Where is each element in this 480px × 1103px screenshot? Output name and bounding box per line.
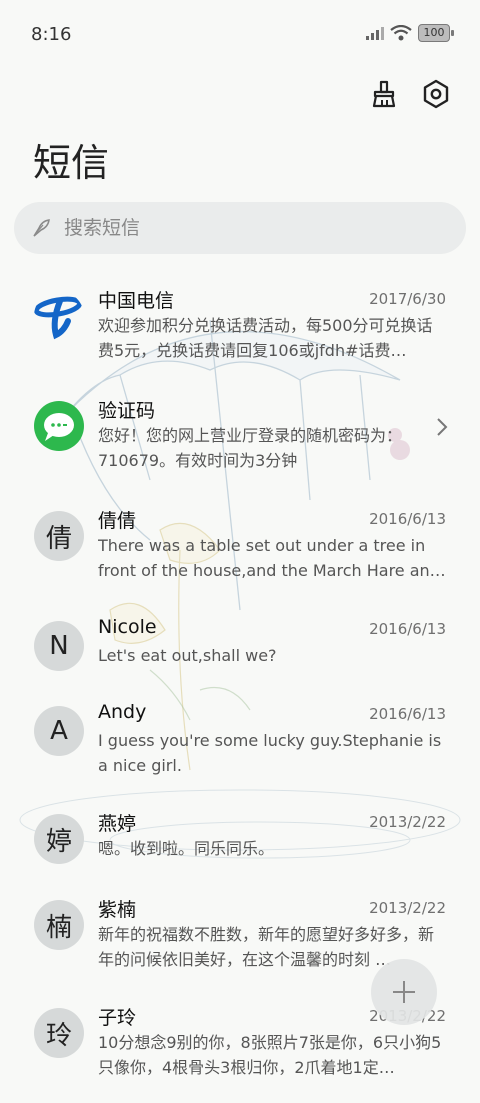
signal-icon [366, 27, 384, 40]
status-time: 8:16 [31, 24, 72, 45]
message-date: 2013/2/22 [369, 813, 446, 831]
contact-name: 中国电信 [98, 290, 175, 312]
battery-indicator: 100 [418, 24, 454, 42]
wifi-icon [390, 25, 412, 41]
conversation-item[interactable]: 婷 燕婷 2013/2/22 嗯。收到啦。同乐同乐。 [0, 809, 480, 909]
avatar: A [34, 706, 84, 756]
new-message-button[interactable] [371, 959, 437, 1025]
message-date: 2016/6/13 [369, 620, 446, 638]
contact-name: 子玲 [98, 1007, 137, 1029]
conversation-item[interactable]: 中国电信 2017/6/30 欢迎参加积分兑换话费活动，每500分可兑换话费5元… [0, 286, 480, 386]
page-title: 短信 [33, 141, 110, 185]
conversation-item[interactable]: 验证码 您好！您的网上营业厅登录的随机密码为：710679。有效时间为3分钟 [0, 396, 480, 496]
avatar: 婷 [34, 814, 84, 864]
avatar: 楠 [34, 900, 84, 950]
contact-name: 倩倩 [98, 510, 137, 532]
avatar: N [34, 621, 84, 671]
message-date: 2017/6/30 [369, 290, 446, 308]
contact-name: 燕婷 [98, 813, 137, 835]
contact-name: 验证码 [98, 400, 156, 422]
contact-name: Nicole [98, 616, 157, 638]
conversation-item[interactable]: A Andy 2016/6/13 I guess you're some luc… [0, 701, 480, 801]
message-date: 2016/6/13 [369, 510, 446, 528]
message-preview: 欢迎参加积分兑换话费活动，每500分可兑换话费5元，兑换话费请回复106或jfd… [98, 316, 433, 360]
search-bar[interactable] [14, 202, 466, 254]
message-preview: 您好！您的网上营业厅登录的随机密码为：710679。有效时间为3分钟 [98, 426, 403, 470]
plus-icon [393, 981, 415, 1003]
avatar: 玲 [34, 1008, 84, 1058]
conversation-item[interactable]: 倩 倩倩 2016/6/13 There was a table set out… [0, 506, 480, 606]
search-input[interactable] [62, 216, 426, 240]
avatar [34, 291, 84, 341]
message-preview: I guess you're some lucky guy.Stephanie … [98, 731, 442, 775]
search-icon [33, 219, 50, 237]
contact-name: 紫楠 [98, 899, 137, 921]
china-telecom-logo-icon [34, 296, 83, 340]
message-preview: 10分想念9别的你，8张照片7张是你，6只小狗5只像你，4根骨头3根归你，2爪着… [98, 1033, 442, 1077]
message-bubble-icon [44, 413, 74, 441]
settings-gear-icon[interactable] [420, 78, 452, 110]
message-preview: There was a table set out under a tree i… [98, 536, 446, 580]
message-date: 2013/2/22 [369, 899, 446, 917]
message-preview: Let's eat out,shall we? [98, 646, 277, 665]
message-preview: 嗯。收到啦。同乐同乐。 [98, 839, 275, 858]
avatar [34, 401, 84, 451]
contact-name: Andy [98, 701, 147, 723]
message-date: 2016/6/13 [369, 705, 446, 723]
status-bar: 8:16 100 [0, 0, 480, 68]
broom-icon[interactable] [368, 78, 400, 110]
avatar: 倩 [34, 511, 84, 561]
chevron-right-icon[interactable] [434, 416, 450, 438]
